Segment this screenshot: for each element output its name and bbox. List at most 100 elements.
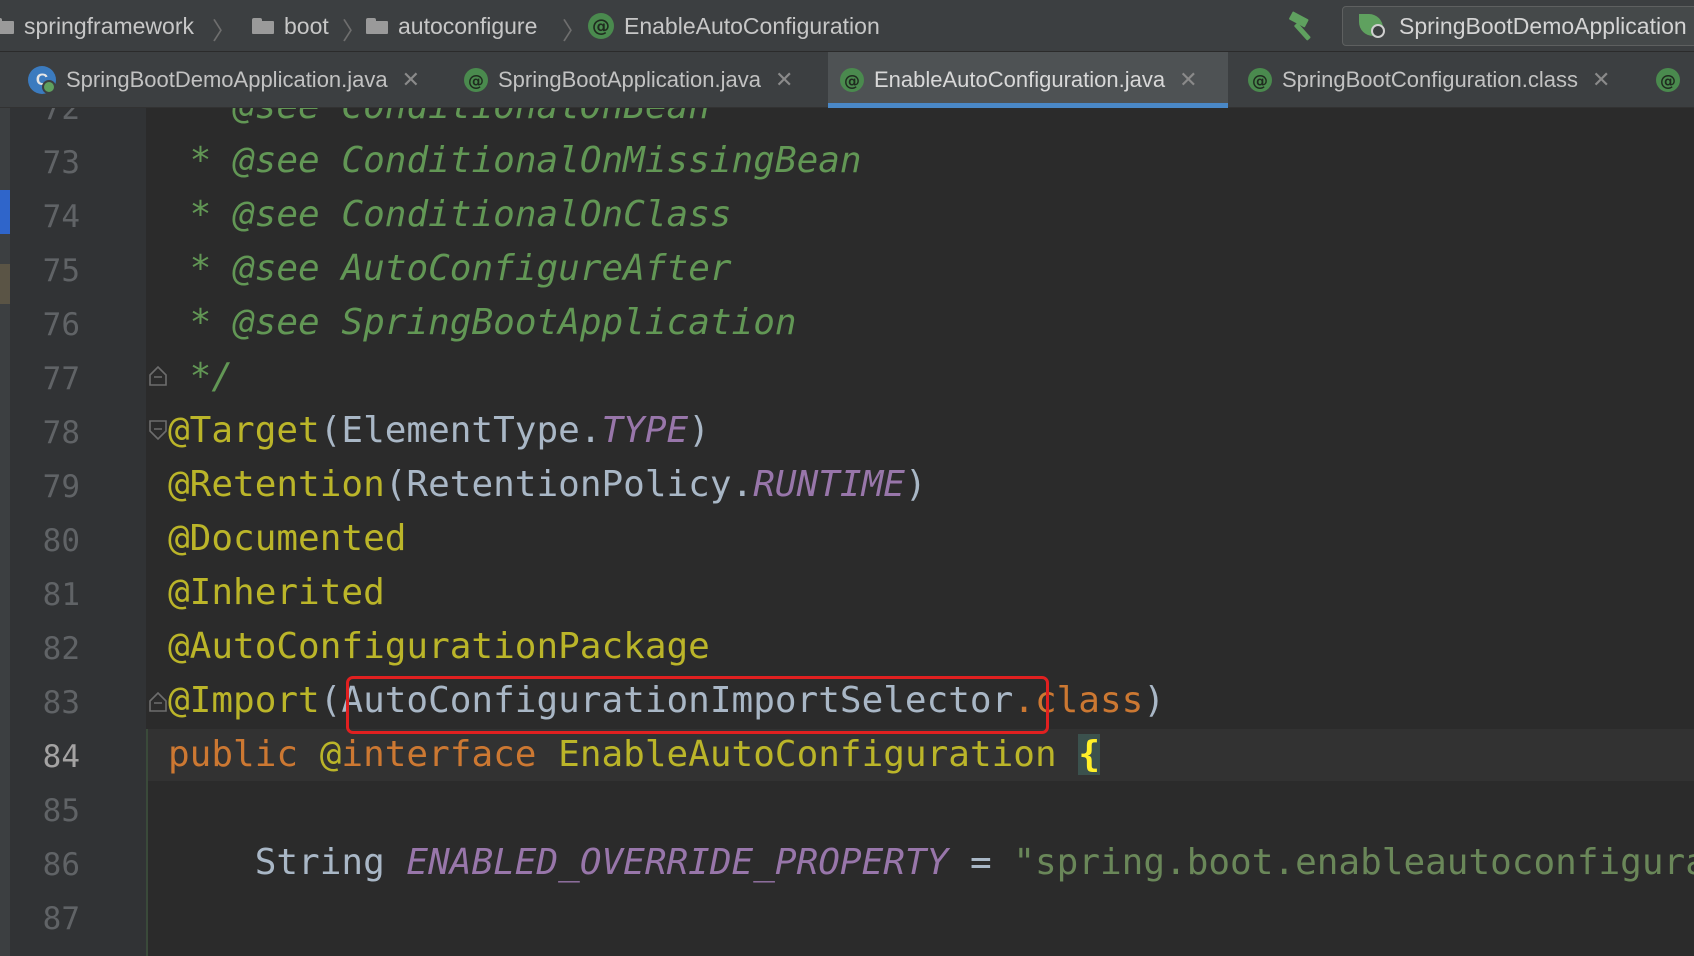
code-line: * @see AutoConfigureAfter — [168, 242, 732, 296]
tab-enableautoconfiguration[interactable]: @ EnableAutoConfiguration.java ✕ — [828, 52, 1228, 108]
code-line: @Documented — [168, 512, 406, 566]
line-number: 81 — [42, 577, 80, 613]
tool-window-marker[interactable] — [0, 190, 10, 234]
tab-label: SpringBootApplication.java — [498, 67, 761, 92]
spring-boot-icon — [1359, 12, 1389, 40]
tool-window-marker[interactable] — [0, 264, 10, 304]
code-line: String ENABLED_OVERRIDE_PROPERTY = "spri… — [168, 836, 1694, 890]
annotation-icon: @ — [840, 68, 864, 92]
code-token: ConditionalOnClass — [341, 194, 732, 235]
code-token: * — [168, 302, 234, 343]
code-line: public @interface EnableAutoConfiguratio… — [168, 728, 1101, 782]
line-number: 80 — [42, 523, 80, 559]
java-class-icon: C — [28, 66, 56, 94]
code-token: @see — [233, 140, 320, 181]
code-token: interface — [341, 734, 559, 775]
code-token: ) — [1143, 680, 1166, 721]
code-token: @Inherited — [168, 572, 385, 613]
highlight-annotation-box — [346, 676, 1049, 734]
chevron-right-icon: 〉 — [212, 18, 236, 45]
code-line: @Inherited — [168, 566, 385, 620]
code-token: RUNTIME — [753, 464, 905, 505]
code-token: @AutoConfigurationPackage — [168, 626, 710, 667]
code-line: @AutoConfigurationPackage — [168, 620, 710, 674]
code-token: ENABLED_OVERRIDE_PROPERTY — [406, 842, 949, 883]
code-token: EnableAutoConfiguration — [558, 734, 1057, 775]
hammer-icon[interactable] — [1286, 10, 1320, 44]
navigation-bar: springframework 〉 boot 〉 autoconfigure 〉… — [0, 0, 1694, 52]
breadcrumb-label: springframework — [24, 12, 194, 39]
code-token: AutoConfigureAfter — [341, 248, 732, 289]
line-number: 77 — [42, 361, 80, 397]
line-number: 78 — [42, 415, 80, 451]
line-number: 87 — [42, 901, 80, 937]
code-line: * @see ConditionalOnClass — [168, 188, 732, 242]
code-token: */ — [168, 356, 234, 397]
code-token: (RetentionPolicy. — [384, 464, 754, 505]
breadcrumb-boot[interactable]: boot — [252, 0, 329, 52]
tab-label: SpringBootDemoApplication.java — [66, 67, 388, 92]
folder-icon — [0, 18, 14, 34]
code-token: @see — [233, 108, 320, 127]
line-number: 85 — [42, 793, 80, 829]
breadcrumb-enableautoconfiguration[interactable]: @ EnableAutoConfiguration — [588, 0, 880, 52]
code-token: @Target — [168, 410, 320, 451]
code-token: (ElementType. — [319, 410, 602, 451]
tab-overflow[interactable]: @ — [1644, 52, 1694, 108]
line-number: 74 — [42, 199, 80, 235]
close-icon[interactable]: ✕ — [402, 67, 420, 93]
line-number: 76 — [42, 307, 80, 343]
line-number: 72 — [42, 108, 80, 127]
code-token: ) — [904, 464, 927, 505]
code-line: @Retention(RetentionPolicy.RUNTIME) — [168, 458, 927, 512]
code-line: * @see ConditionalOnBean — [168, 108, 710, 134]
code-token: public — [168, 734, 320, 775]
line-number: 75 — [42, 253, 80, 289]
line-number-gutter: 72 73 74 75 76 77 78 79 80 81 82 83 84 85 86 87 — [10, 108, 146, 956]
tab-springbootdemoapplication[interactable]: C SpringBootDemoApplication.java ✕ — [16, 52, 440, 108]
line-number: 86 — [42, 847, 80, 883]
folder-icon — [252, 18, 274, 34]
code-token: { — [1078, 734, 1101, 775]
tab-label: SpringBootConfiguration.class — [1282, 67, 1578, 92]
run-configuration-selector[interactable]: SpringBootDemoApplication — [1342, 6, 1694, 46]
line-number: 83 — [42, 685, 80, 721]
code-token: * — [168, 194, 234, 235]
code-editor[interactable]: * @see ConditionalOnBean * @see Conditio… — [146, 108, 1694, 956]
tab-label: EnableAutoConfiguration.java — [874, 67, 1166, 92]
code-line: * @see SpringBootApplication — [168, 296, 797, 350]
code-token: @Retention — [168, 464, 385, 505]
breadcrumb-label: boot — [284, 12, 329, 39]
chevron-right-icon: 〉 — [562, 18, 586, 45]
close-icon[interactable]: ✕ — [1592, 67, 1610, 93]
line-number: 79 — [42, 469, 80, 505]
editor-tab-bar: C SpringBootDemoApplication.java ✕ @ Spr… — [0, 52, 1694, 108]
line-number: 84 — [42, 739, 80, 775]
tab-springbootconfiguration[interactable]: @ SpringBootConfiguration.class ✕ — [1236, 52, 1628, 108]
tool-window-strip — [0, 108, 10, 956]
close-icon[interactable]: ✕ — [775, 67, 793, 93]
code-token: @Import — [168, 680, 320, 721]
code-token: TYPE — [601, 410, 689, 451]
code-line: @Target(ElementType.TYPE) — [168, 404, 710, 458]
code-token: "spring.boot.enableautoconfiguration" — [1013, 842, 1694, 883]
code-token: @see — [233, 248, 320, 289]
code-token: * — [168, 108, 233, 127]
breadcrumb-autoconfigure[interactable]: autoconfigure — [366, 0, 537, 52]
run-configuration-label: SpringBootDemoApplication — [1399, 12, 1687, 39]
annotation-icon: @ — [588, 13, 614, 39]
code-token: ConditionalOnBean — [341, 108, 709, 127]
code-token: @see — [233, 194, 320, 235]
close-icon[interactable]: ✕ — [1179, 67, 1197, 93]
code-token: @ — [319, 734, 342, 775]
code-token: * — [168, 248, 234, 289]
code-token: String — [168, 842, 407, 883]
tab-springbootapplication[interactable]: @ SpringBootApplication.java ✕ — [452, 52, 828, 108]
code-token: SpringBootApplication — [341, 302, 797, 343]
code-token: * — [168, 140, 234, 181]
code-token: ) — [688, 410, 710, 451]
breadcrumb-springframework[interactable]: springframework — [0, 0, 194, 52]
